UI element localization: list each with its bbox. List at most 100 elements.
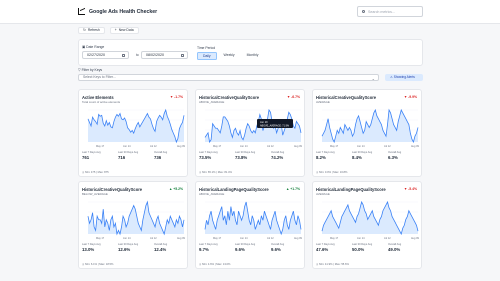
end-date-value: 08/02/2020 xyxy=(146,53,164,57)
calendar-icon xyxy=(181,54,184,57)
period-weekly[interactable]: Weekly xyxy=(219,52,240,60)
x-tick-label: Jul 12 xyxy=(150,145,157,148)
search-placeholder: Search metrics... xyxy=(368,10,395,14)
new-data-button[interactable]: + New Data xyxy=(109,27,139,34)
x-tick-label: Jul 12 xyxy=(150,237,157,240)
stat-value: 8.2% xyxy=(316,155,326,160)
keys-select[interactable]: Select Keys to Filter... ⌄ xyxy=(78,74,379,81)
stat-value: 9.6% xyxy=(271,247,281,252)
change-badge: ▲ +5.2% xyxy=(168,187,183,191)
info-icon: ◷ xyxy=(199,263,202,266)
trend-chart[interactable]: May 17 Jun 14 Jul 12 Aug 09 xyxy=(82,106,186,149)
change-badge: ▼ -9.9% xyxy=(403,95,417,99)
x-tick-label: May 17 xyxy=(96,145,105,148)
change-badge: ▼ -6.7% xyxy=(286,95,300,99)
card-subtitle: ABOVE_AVERAGE xyxy=(199,192,225,196)
period-monthly[interactable]: Monthly xyxy=(242,52,264,60)
stat-value: 9.7% xyxy=(199,247,209,252)
x-tick-label: Jun 14 xyxy=(240,145,248,148)
new-data-label: New Data xyxy=(118,28,134,32)
refresh-icon: ↻ xyxy=(83,28,86,32)
x-tick-label: May 17 xyxy=(330,145,339,148)
stat-label: Overall Avg xyxy=(388,151,402,154)
trend-chart[interactable]: May 17 Jun 14 Jul 12 Aug 09 xyxy=(199,198,303,241)
start-date-input[interactable]: 02/27/2020 xyxy=(82,51,129,59)
stat-label: Last 30 Days Avg xyxy=(235,243,256,246)
card-stats: Last 7 Days Avg 761 Last 30 Days Avg 716 Ove… xyxy=(82,151,186,160)
date-range-label-text: Date Range xyxy=(86,45,105,49)
stat-value: 47.6% xyxy=(316,247,329,252)
card-subtitle: ABOVE_AVERAGE xyxy=(199,100,225,104)
card-subtitle: AVERAGE xyxy=(316,100,330,104)
min-max-text: Min: 65.1% | Max: 81.4% xyxy=(202,171,232,174)
x-tick-label: Aug 09 xyxy=(294,237,303,240)
refresh-button[interactable]: ↻ Refresh xyxy=(78,27,105,34)
stat-value: 716 xyxy=(118,155,126,160)
stat-label: Overall Avg xyxy=(154,243,168,246)
stat-label: Last 7 Days Avg xyxy=(199,243,218,246)
metric-card[interactable]: HistoricalCreativeQualityScore BELOW_AVE… xyxy=(78,181,188,269)
x-tick-label: Jul 12 xyxy=(267,237,274,240)
stat: Overall Avg 49.0% xyxy=(388,243,420,252)
card-stats: Last 7 Days Avg 13.0% Last 30 Days Avg 12.6… xyxy=(82,243,186,252)
date-range-label: ▣ Date Range xyxy=(82,45,105,49)
change-badge: ▼ -5.4% xyxy=(403,187,417,191)
stat-label: Last 7 Days Avg xyxy=(316,151,335,154)
stat-label: Last 7 Days Avg xyxy=(82,243,101,246)
stat-label: Overall Avg xyxy=(271,243,285,246)
x-tick-label: Aug 09 xyxy=(177,237,186,240)
stat: Last 7 Days Avg 8.2% xyxy=(316,151,348,160)
info-icon: ◷ xyxy=(316,263,319,266)
x-tick-label: Jul 12 xyxy=(384,237,391,240)
card-subtitle: BELOW_AVERAGE xyxy=(82,192,108,196)
metric-card[interactable]: HistoricalLandingPageQualityScore AVERAG… xyxy=(312,181,422,269)
min-max-text: Min: 6.1% | Max: 18.5% xyxy=(85,263,114,266)
filter-label: ▽ Filter by Keys xyxy=(78,68,103,72)
x-tick-label: Jun 14 xyxy=(123,145,131,148)
chart-line-icon xyxy=(78,8,85,15)
trend-chart[interactable]: May 17 Jun 14 Jul 12 Aug 09 xyxy=(316,106,420,149)
info-icon: ◷ xyxy=(82,263,85,266)
card-stats: Last 7 Days Avg 47.6% Last 30 Days Avg 50.0… xyxy=(316,243,420,252)
x-tick-label: May 17 xyxy=(330,237,339,240)
card-stats: Last 7 Days Avg 73.5% Last 30 Days Avg 73.8… xyxy=(199,151,303,160)
stat-value: 9.6% xyxy=(235,247,245,252)
metric-card[interactable]: Active Elements Total count of active el… xyxy=(78,89,188,177)
top-bar: Google Ads Health Checker Search metrics… xyxy=(0,0,500,24)
stat: Last 30 Days Avg 8.4% xyxy=(352,151,384,160)
trend-chart[interactable]: May 17 Jun 14 Jul 12 Aug 09Jun 19ABOVE_AVER… xyxy=(199,106,303,149)
card-footer: ◷ Min: 4.6% | Max: 13.0% xyxy=(199,262,230,266)
metric-card[interactable]: HistoricalCreativeQualityScore ABOVE_AVE… xyxy=(195,89,305,177)
stat-value: 49.0% xyxy=(388,247,401,252)
stat: Last 30 Days Avg 73.8% xyxy=(235,151,267,160)
card-subtitle: AVERAGE xyxy=(316,192,330,196)
showing-alerts-toggle[interactable]: ⚠ Showing Alerts xyxy=(385,74,423,81)
stat: Last 30 Days Avg 12.6% xyxy=(118,243,150,252)
min-max-text: Min: 475 | Max: 875 xyxy=(85,171,109,174)
x-tick-label: Aug 09 xyxy=(177,145,186,148)
stat: Overall Avg 74.2% xyxy=(271,151,303,160)
min-max-text: Min: 0.0% | Max: 16.8% xyxy=(319,171,348,174)
stat-label: Last 30 Days Avg xyxy=(118,151,139,154)
metric-card[interactable]: HistoricalCreativeQualityScore AVERAGE ▼… xyxy=(312,89,422,177)
stat-value: 6.3% xyxy=(388,155,398,160)
key-filter: ▽ Filter by Keys Select Keys to Filter..… xyxy=(78,68,423,82)
trend-chart[interactable]: May 17 Jun 14 Jul 12 Aug 09 xyxy=(316,198,420,241)
stat: Last 7 Days Avg 73.5% xyxy=(199,151,231,160)
card-stats: Last 7 Days Avg 9.7% Last 30 Days Avg 9.6% O… xyxy=(199,243,303,252)
x-tick-label: Aug 09 xyxy=(294,145,303,148)
end-date-input[interactable]: 08/02/2020 xyxy=(141,51,188,59)
stat-value: 761 xyxy=(82,155,90,160)
min-max-text: Min: 4.6% | Max: 13.0% xyxy=(202,263,231,266)
x-tick-label: Jul 12 xyxy=(267,145,274,148)
period-daily[interactable]: Daily xyxy=(197,52,217,60)
trend-chart[interactable]: May 17 Jun 14 Jul 12 Aug 09 xyxy=(82,198,186,241)
app-title: Google Ads Health Checker xyxy=(89,8,158,15)
info-icon: ◷ xyxy=(82,171,85,174)
metric-card[interactable]: HistoricalLandingPageQualityScore ABOVE_… xyxy=(195,181,305,269)
date-separator: to xyxy=(136,53,139,57)
stat-value: 12.6% xyxy=(118,247,131,252)
stat: Overall Avg 6.3% xyxy=(388,151,420,160)
brand: Google Ads Health Checker xyxy=(78,8,157,15)
search-input[interactable]: Search metrics... xyxy=(357,6,423,17)
